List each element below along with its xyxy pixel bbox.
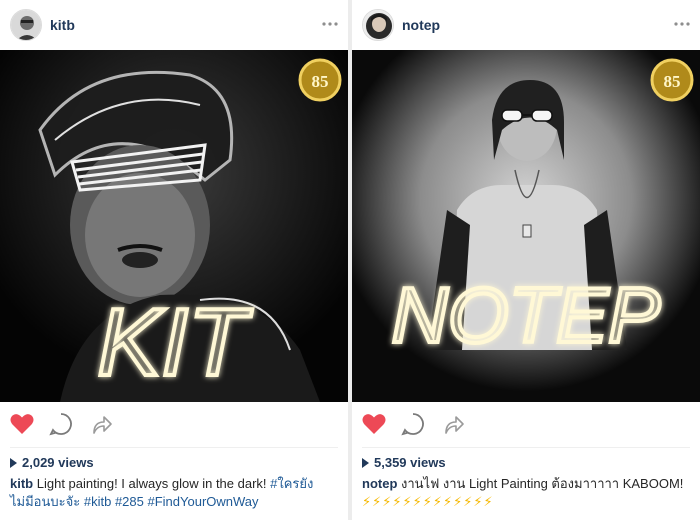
photo-image: 85 KIT xyxy=(0,50,348,402)
view-count[interactable]: 2,029 views xyxy=(10,455,94,471)
separator-line xyxy=(362,447,690,448)
share-icon[interactable] xyxy=(440,411,466,437)
heart-icon[interactable] xyxy=(361,411,387,437)
photo-badge: 85 xyxy=(664,72,681,91)
hashtag[interactable]: #kitb xyxy=(84,494,111,509)
photo-badge: 85 xyxy=(312,72,329,91)
post-username[interactable]: kitb xyxy=(50,16,75,34)
play-icon xyxy=(362,458,369,468)
hashtag[interactable]: #ใครยัง xyxy=(270,476,313,491)
post-photo[interactable]: 85 KIT xyxy=(0,50,348,402)
photo-light-text: KIT xyxy=(97,289,253,396)
post-header: notep xyxy=(352,0,700,50)
comment-icon[interactable] xyxy=(400,411,426,437)
caption-username[interactable]: notep xyxy=(362,476,397,491)
comment-icon[interactable] xyxy=(48,411,74,437)
separator-line xyxy=(10,447,338,448)
post-kitb: kitb 85 KIT 2,029 views kitb Light paint… xyxy=(0,0,348,520)
avatar[interactable] xyxy=(10,9,42,41)
action-bar xyxy=(0,404,348,444)
view-count-text: 5,359 views xyxy=(374,455,446,470)
hashtag[interactable]: ไม่มีอนบะจัะ xyxy=(10,494,80,509)
post-username[interactable]: notep xyxy=(402,16,440,34)
post-photo[interactable]: 85 NOTEP xyxy=(352,50,700,402)
more-options-icon[interactable] xyxy=(320,14,340,34)
post-caption: kitb Light painting! I always glow in th… xyxy=(10,475,342,511)
play-icon xyxy=(10,458,17,468)
post-header: kitb xyxy=(0,0,348,50)
lightning-emoji-row: ⚡⚡⚡⚡⚡⚡⚡⚡⚡⚡⚡⚡⚡ xyxy=(362,494,494,509)
more-options-icon[interactable] xyxy=(672,14,692,34)
share-icon[interactable] xyxy=(88,411,114,437)
heart-icon[interactable] xyxy=(9,411,35,437)
post-notep: notep 85 NOTEP 5,359 views notep งานไฟ ง… xyxy=(352,0,700,520)
hashtag[interactable]: #FindYourOwnWay xyxy=(147,494,258,509)
photo-light-text: NOTEP xyxy=(392,271,661,359)
view-count[interactable]: 5,359 views xyxy=(362,455,446,471)
caption-text: Light painting! I always glow in the dar… xyxy=(33,476,271,491)
hashtag[interactable]: #285 xyxy=(115,494,144,509)
photo-image: 85 NOTEP xyxy=(352,50,700,402)
caption-text: งานไฟ งาน Light Painting ต้องมาาาาา KABO… xyxy=(397,476,684,491)
view-count-text: 2,029 views xyxy=(22,455,94,470)
action-bar xyxy=(352,404,700,444)
caption-username[interactable]: kitb xyxy=(10,476,33,491)
post-caption: notep งานไฟ งาน Light Painting ต้องมาาาา… xyxy=(362,475,694,511)
avatar[interactable] xyxy=(362,9,394,41)
